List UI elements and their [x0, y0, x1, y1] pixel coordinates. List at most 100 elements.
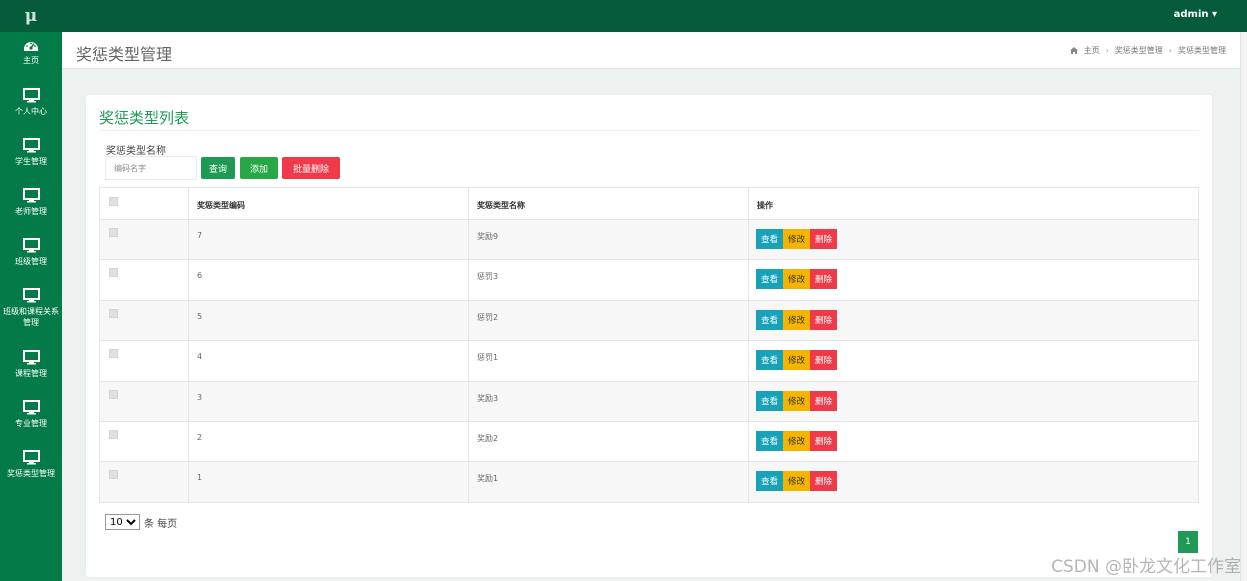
row-checkbox[interactable]: [109, 228, 118, 237]
delete-button[interactable]: 删除: [810, 309, 838, 330]
cell-code: 5: [188, 299, 469, 342]
view-button[interactable]: 查看: [756, 269, 784, 290]
table-row: 5 惩罚2 查看 修改 删除: [99, 299, 1199, 342]
breadcrumb-separator: ›: [1105, 46, 1109, 55]
edit-button[interactable]: 修改: [783, 430, 811, 451]
cell-name: 奖励2: [468, 420, 749, 463]
cell-code: 1: [188, 461, 469, 503]
row-checkbox[interactable]: [109, 308, 118, 318]
sidebar-item-class-course[interactable]: 班级和课程关系管理: [0, 288, 62, 328]
search-label: 奖惩类型名称: [106, 146, 166, 157]
page-button-current[interactable]: 1: [1178, 531, 1198, 553]
sidebar: 主页 个人中心 学生管理 老师管理 班级管理 班级和课程关系管理 课程管理 专业…: [0, 32, 62, 581]
sidebar-item-major[interactable]: 专业管理: [0, 400, 62, 429]
breadcrumb-module[interactable]: 奖惩类型管理: [1115, 45, 1163, 56]
home-icon: [1069, 47, 1078, 54]
data-table: 奖惩类型编码 奖惩类型名称 操作 7 奖励9 查看 修改 删除 6 惩罚3 查看 修改…: [99, 187, 1199, 503]
page-header: 奖惩类型管理 主页 › 奖惩类型管理 › 奖惩类型管理: [62, 32, 1240, 69]
sidebar-item-class[interactable]: 班级管理: [0, 238, 62, 267]
edit-button[interactable]: 修改: [783, 471, 811, 492]
delete-button[interactable]: 删除: [810, 350, 838, 371]
row-select-cell: [99, 259, 189, 301]
edit-button[interactable]: 修改: [783, 309, 811, 330]
table-row: 6 惩罚3 查看 修改 删除: [99, 259, 1199, 301]
cell-actions: 查看 修改 删除: [748, 218, 1199, 261]
search-input[interactable]: [105, 156, 197, 180]
row-select-cell: [99, 461, 189, 503]
table-header-row: 奖惩类型编码 奖惩类型名称 操作: [99, 187, 1199, 220]
page-size-select[interactable]: 10: [105, 514, 140, 530]
row-select-cell: [99, 218, 189, 261]
add-button[interactable]: 添加: [240, 157, 278, 179]
delete-button[interactable]: 删除: [810, 390, 838, 411]
row-select-cell: [99, 299, 189, 342]
column-header-name: 奖惩类型名称: [468, 187, 749, 220]
sidebar-item-course[interactable]: 课程管理: [0, 350, 62, 379]
column-header-actions: 操作: [748, 187, 1199, 220]
cell-name: 奖励9: [468, 218, 749, 261]
view-button[interactable]: 查看: [756, 471, 784, 492]
cell-actions: 查看 修改 删除: [748, 380, 1199, 422]
column-header-code: 奖惩类型编码: [188, 187, 469, 220]
scrollbar[interactable]: [1240, 32, 1247, 581]
sidebar-item-reward-type[interactable]: 奖惩类型管理: [0, 450, 62, 479]
row-checkbox[interactable]: [109, 470, 118, 480]
select-all-cell: [99, 187, 189, 220]
delete-button[interactable]: 删除: [810, 430, 838, 451]
sidebar-item-label: 奖惩类型管理: [7, 469, 55, 478]
edit-button[interactable]: 修改: [783, 350, 811, 371]
view-button[interactable]: 查看: [756, 390, 784, 411]
delete-button[interactable]: 删除: [810, 269, 838, 290]
row-checkbox[interactable]: [109, 429, 118, 439]
page-size-control: 10 条 每页: [105, 514, 177, 530]
monitor-icon: [22, 400, 40, 415]
sidebar-item-label: 课程管理: [15, 369, 47, 378]
cell-code: 7: [188, 218, 469, 261]
sidebar-item-label: 班级和课程关系管理: [3, 307, 59, 327]
monitor-icon: [22, 238, 40, 253]
row-checkbox[interactable]: [109, 349, 118, 359]
row-checkbox[interactable]: [109, 268, 118, 278]
delete-button[interactable]: 删除: [810, 471, 838, 492]
row-select-cell: [99, 340, 189, 382]
cell-name: 奖励3: [468, 380, 749, 422]
breadcrumb-home[interactable]: 主页: [1084, 45, 1100, 56]
batch-delete-button[interactable]: 批量删除: [282, 157, 340, 179]
row-checkbox[interactable]: [109, 389, 118, 399]
user-menu[interactable]: admin ▾: [1174, 9, 1217, 20]
view-button[interactable]: 查看: [756, 430, 784, 451]
table-row: 2 奖励2 查看 修改 删除: [99, 420, 1199, 463]
edit-button[interactable]: 修改: [783, 229, 811, 249]
view-button[interactable]: 查看: [756, 350, 784, 371]
dashboard-icon: [24, 42, 38, 51]
cell-actions: 查看 修改 删除: [748, 259, 1199, 301]
edit-button[interactable]: 修改: [783, 390, 811, 411]
view-button[interactable]: 查看: [756, 229, 784, 249]
cell-code: 2: [188, 420, 469, 463]
sidebar-item-student[interactable]: 学生管理: [0, 138, 62, 167]
sidebar-item-label: 班级管理: [15, 257, 47, 266]
monitor-icon: [22, 88, 40, 103]
monitor-icon: [22, 450, 40, 465]
edit-button[interactable]: 修改: [783, 269, 811, 290]
sidebar-item-home[interactable]: 主页: [0, 38, 62, 66]
sidebar-item-teacher[interactable]: 老师管理: [0, 188, 62, 217]
cell-actions: 查看 修改 删除: [748, 299, 1199, 342]
row-select-cell: [99, 380, 189, 422]
select-all-checkbox[interactable]: [109, 197, 118, 206]
sidebar-item-label: 主页: [23, 56, 39, 65]
cell-code: 3: [188, 380, 469, 422]
cell-name: 惩罚1: [468, 340, 749, 382]
query-button[interactable]: 查询: [201, 157, 235, 179]
sidebar-item-label: 个人中心: [15, 107, 47, 116]
delete-button[interactable]: 删除: [810, 229, 838, 249]
sidebar-item-label: 学生管理: [15, 157, 47, 166]
cell-name: 惩罚2: [468, 299, 749, 342]
page-title: 奖惩类型管理: [76, 45, 173, 64]
monitor-icon: [22, 350, 40, 365]
card-divider: [99, 130, 1199, 131]
breadcrumb-current: 奖惩类型管理: [1178, 46, 1226, 55]
view-button[interactable]: 查看: [756, 309, 784, 330]
sidebar-item-personal-center[interactable]: 个人中心: [0, 88, 62, 117]
table-row: 1 奖励1 查看 修改 删除: [99, 461, 1199, 503]
